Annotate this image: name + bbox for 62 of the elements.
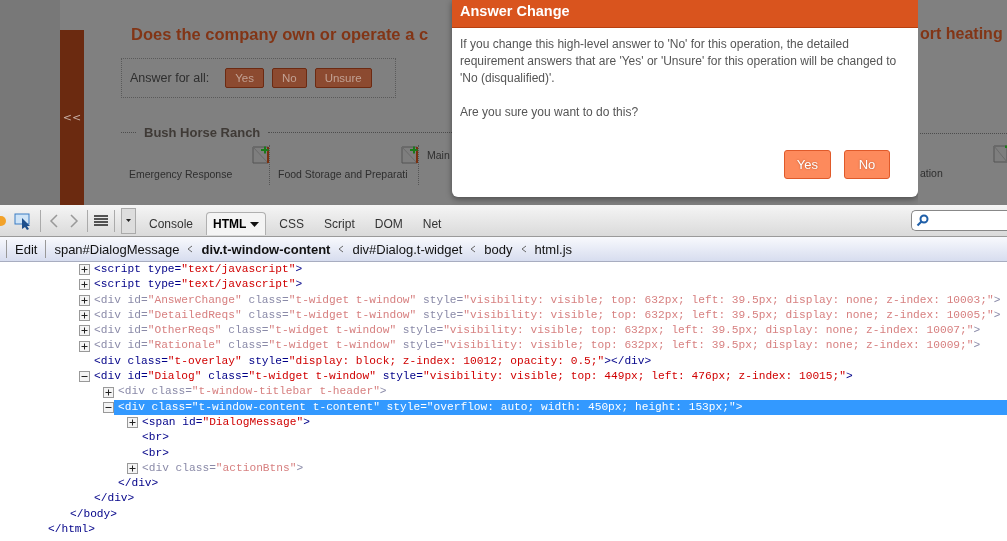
panel-tab[interactable]: Script xyxy=(317,211,362,236)
expand-icon[interactable] xyxy=(79,310,90,322)
expand-icon[interactable] xyxy=(79,340,90,352)
chevron-icon xyxy=(470,245,477,253)
question-heading: ort heating xyxy=(920,25,1004,43)
expand-icon[interactable] xyxy=(79,279,90,291)
breadcrumb-item[interactable]: div#Dialog.t-widget xyxy=(350,241,465,257)
collapse-icon[interactable] xyxy=(79,371,90,383)
html-node[interactable]: <div class="t-overlay" style="display: block; z-index: 10012; opacity: 0.5;"></div> xyxy=(94,353,652,370)
panel-tab[interactable]: CSS xyxy=(272,211,312,236)
dropdown-button[interactable] xyxy=(121,207,136,234)
html-node[interactable]: <span id="DialogMessage"> xyxy=(142,414,310,431)
breadcrumb-item[interactable]: html.js xyxy=(532,241,575,257)
panel-tab[interactable]: Console xyxy=(142,211,201,236)
html-node[interactable]: <script type="text/javascript"> xyxy=(94,262,303,278)
html-node[interactable]: <div id="Rationale" class="t-widget t-window" style="visibility: visible; top: 632px; left: 39.5px; display: none; z-index: 10009;"> xyxy=(94,338,981,354)
expand-icon[interactable] xyxy=(103,386,114,398)
dialog-message: If you change this high-level answer to 'No' for this operation, the detailed requirement answers that are 'Yes' or 'Unsure' for this operation will be changed to 'No (disqualified)'. xyxy=(460,36,898,87)
column-header: ation xyxy=(920,167,944,179)
html-node[interactable]: <div id="AnswerChange" class="t-widget t-window" style="visibility: visible; top: 632px; left: 39.5px; display: none; z-index: 10003;"> xyxy=(94,292,1001,308)
closing-tag: </html> xyxy=(48,522,95,538)
html-node[interactable]: <div class="t-window-titlebar t-header"> xyxy=(118,384,387,400)
expand-icon[interactable] xyxy=(127,463,138,474)
caret-icon xyxy=(126,219,131,222)
closing-tag: </div> xyxy=(118,476,159,492)
section-title: Bush Horse Ranch xyxy=(143,125,262,140)
closing-tag: </body> xyxy=(70,506,117,523)
chevron-icon xyxy=(187,245,194,253)
expand-icon[interactable] xyxy=(79,294,90,306)
html-node[interactable]: <br> xyxy=(142,445,169,461)
question-heading: Does the company own or operate a c xyxy=(131,25,430,44)
closing-tag: </div> xyxy=(94,491,135,507)
breadcrumb-item[interactable]: div.t-window-content xyxy=(199,241,333,257)
answer-label: Answer for all: xyxy=(130,71,210,85)
menu-icon[interactable] xyxy=(94,214,108,227)
collapse-icon[interactable] xyxy=(103,401,114,413)
breadcrumb-item[interactable]: body xyxy=(482,241,515,257)
dialog-title: Answer Change xyxy=(452,0,918,28)
html-node[interactable]: <script type="text/javascript"> xyxy=(94,277,303,293)
panel-tab[interactable]: Net xyxy=(415,211,449,236)
expand-icon[interactable] xyxy=(127,417,138,429)
column-header: Main xyxy=(427,149,451,161)
html-node[interactable]: <div id="OtherReqs" class="t-widget t-window" style="visibility: visible; top: 632px; left: 39.5px; display: none; z-index: 10007;"> xyxy=(94,323,981,339)
expand-icon[interactable] xyxy=(79,264,90,276)
chevron-icon xyxy=(520,245,527,253)
html-node[interactable]: <br> xyxy=(142,430,169,446)
column-header: Food Storage and Preparati xyxy=(278,168,409,180)
column-header: Emergency Response xyxy=(129,168,234,180)
dialog-question: Are you sure you want to do this? xyxy=(460,104,640,121)
panel-tab[interactable]: DOM xyxy=(367,211,410,236)
collapse-button[interactable]: << xyxy=(60,30,84,205)
edit-button[interactable]: Edit xyxy=(13,241,40,257)
breadcrumb-item[interactable]: span#DialogMessage xyxy=(52,241,182,257)
caret-icon xyxy=(250,221,260,227)
panel-tab[interactable]: HTML xyxy=(206,212,267,235)
html-node[interactable]: <div id="DetailedReqs" class="t-widget t-window" style="visibility: visible; top: 632px; left: 39.5px; display: none; z-index: 10005;"> xyxy=(94,307,1001,324)
search-icon xyxy=(916,214,929,227)
html-node[interactable]: <div class="actionBtns"> xyxy=(142,460,304,477)
chevron-icon xyxy=(338,245,345,253)
html-node[interactable]: <div id="Dialog" class="t-widget t-window" style="visibility: visible; top: 449px; left: 476px; z-index: 10015;"> xyxy=(94,369,853,385)
expand-icon[interactable] xyxy=(79,325,90,337)
search-field[interactable] xyxy=(911,210,1007,231)
